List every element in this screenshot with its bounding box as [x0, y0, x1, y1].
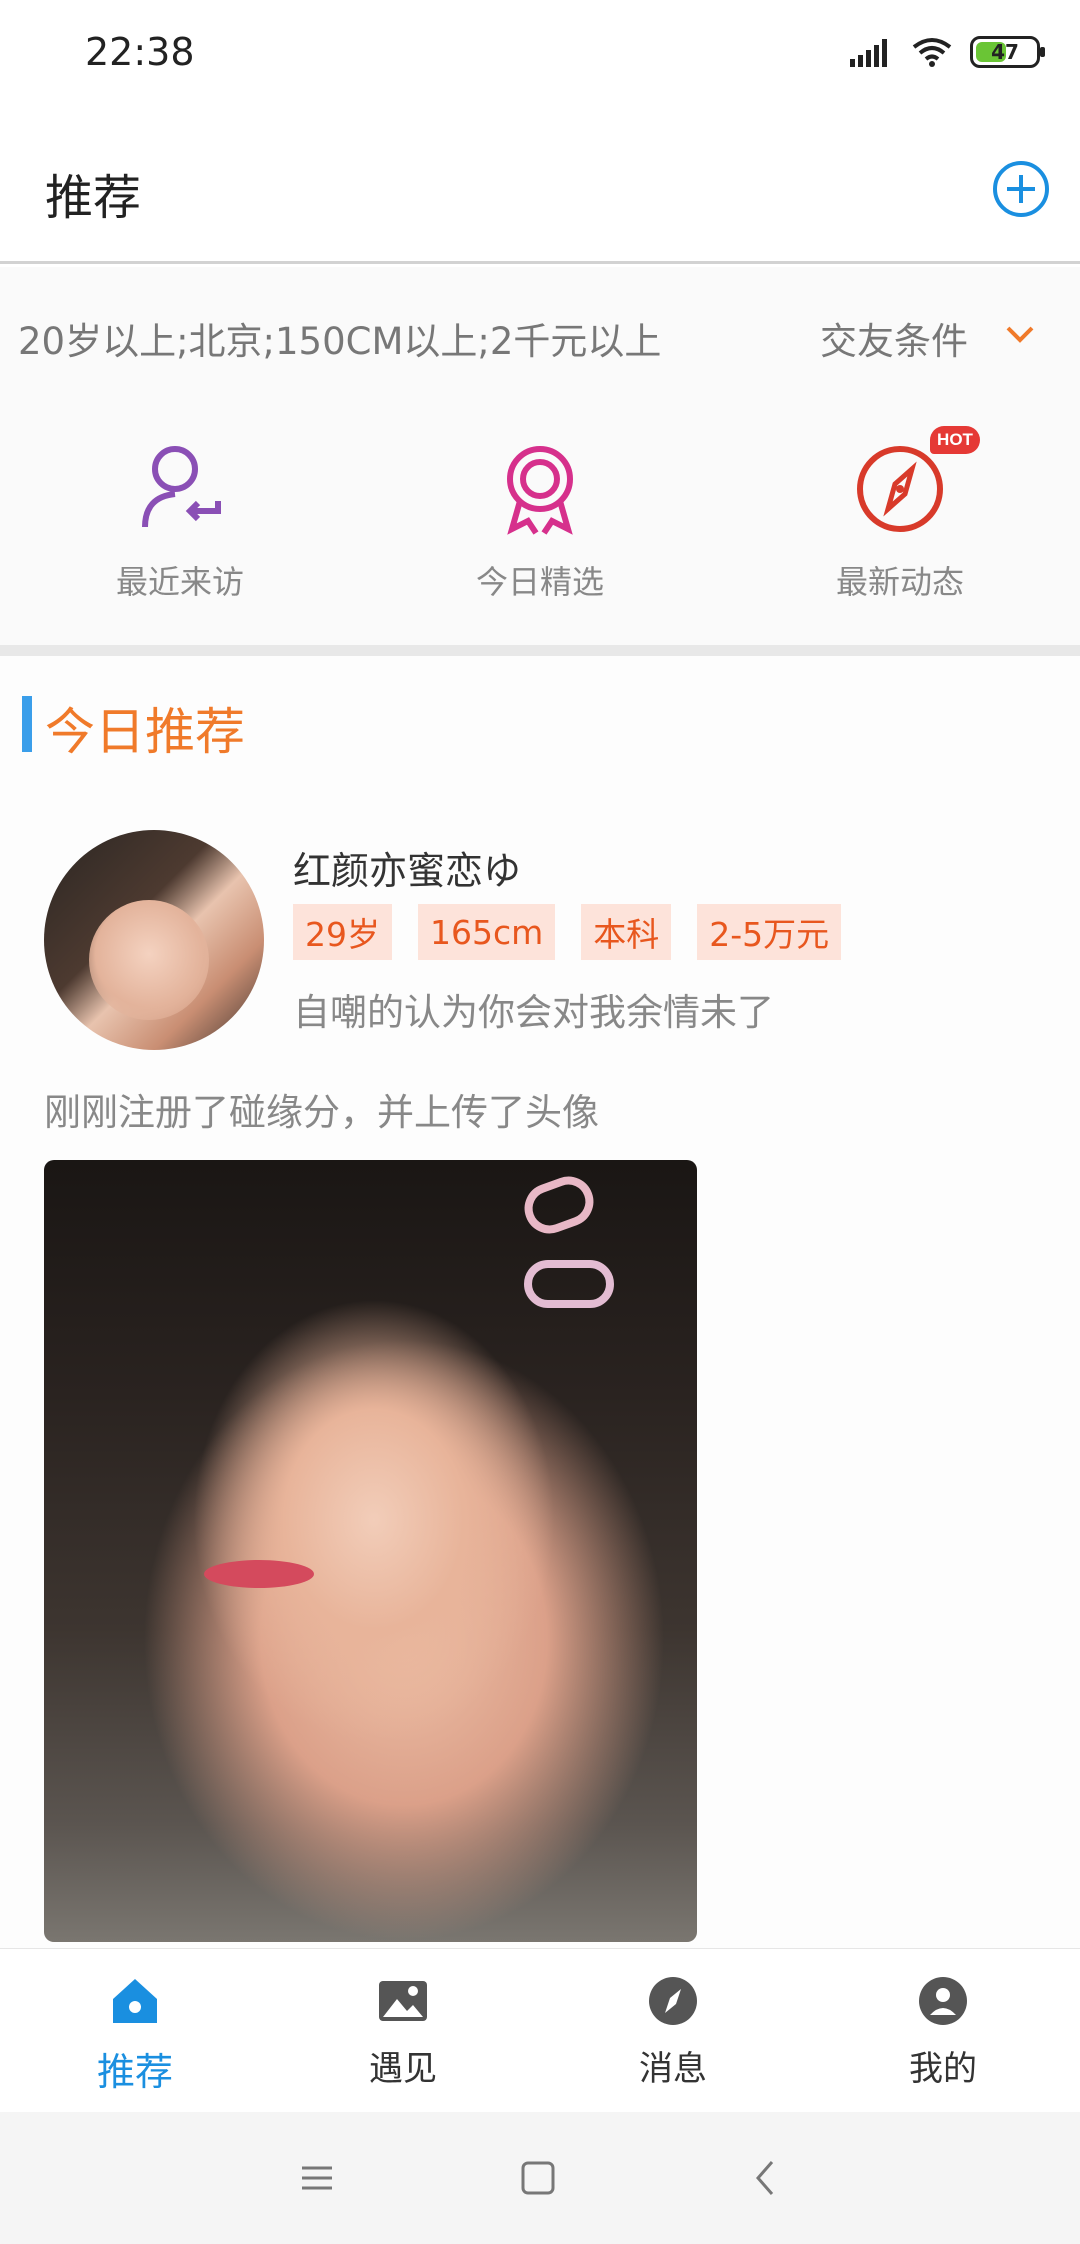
tab-mine[interactable]: 我的	[843, 1973, 1043, 2090]
profile-name: 红颜亦蜜恋ゆ	[293, 849, 522, 893]
tab-messages[interactable]: 消息	[573, 1973, 773, 2090]
avatar[interactable]	[44, 830, 264, 1050]
user-circle-icon	[919, 1977, 967, 2025]
status-bar: 22:38 47	[0, 0, 1080, 110]
profile-photo[interactable]	[44, 1160, 697, 1942]
divider	[0, 645, 1080, 656]
quick-item-todays-picks[interactable]: 今日精选	[430, 439, 650, 603]
bottom-tab-bar: 推荐 遇见 消息 我的	[0, 1948, 1080, 2112]
chevron-down-icon[interactable]	[1003, 318, 1037, 352]
quick-label: 最新动态	[835, 563, 964, 601]
tab-label: 我的	[909, 2049, 977, 2089]
add-icon[interactable]	[992, 160, 1050, 218]
filter-bar[interactable]: 20岁以上;北京;150CM以上;2千元以上 交友条件	[0, 267, 1080, 399]
award-ribbon-icon	[507, 446, 573, 535]
back-icon[interactable]	[736, 2148, 796, 2208]
compass-icon	[857, 446, 943, 532]
profile-tags: 29岁 165cm 本科 2-5万元	[293, 904, 842, 960]
hot-badge: HOT	[930, 426, 980, 454]
image-icon	[379, 1981, 427, 2021]
app-header: 推荐	[0, 110, 1080, 264]
quick-label: 最近来访	[115, 563, 244, 601]
wifi-icon	[912, 38, 952, 67]
filter-label[interactable]: 交友条件	[820, 311, 968, 365]
section-title: 今日推荐	[45, 703, 245, 761]
battery-level: 47	[991, 40, 1019, 64]
tab-recommend[interactable]: 推荐	[35, 1973, 235, 2096]
profile-card[interactable]: 红颜亦蜜恋ゆ 29岁 165cm 本科 2-5万元 自嘲的认为你会对我余情未了 …	[0, 776, 1080, 1952]
home-square-icon[interactable]	[508, 2148, 568, 2208]
status-icons: 47	[850, 36, 1045, 68]
quick-item-recent-visitors[interactable]: 最近来访	[70, 439, 290, 603]
recent-visitor-icon	[142, 446, 221, 528]
battery-indicator: 47	[970, 36, 1045, 68]
tab-meet[interactable]: 遇见	[303, 1973, 503, 2090]
tag-age: 29岁	[293, 904, 392, 960]
page-title: 推荐	[45, 170, 142, 226]
system-nav-bar	[0, 2112, 1080, 2244]
section-header: 今日推荐	[0, 656, 1080, 776]
tag-height: 165cm	[418, 904, 556, 960]
profile-bio: 自嘲的认为你会对我余情未了	[293, 991, 774, 1034]
tag-education: 本科	[581, 904, 672, 960]
tab-label: 推荐	[96, 2050, 173, 2094]
filter-summary: 20岁以上;北京;150CM以上;2千元以上	[18, 320, 662, 363]
signal-icon	[850, 39, 887, 67]
quick-item-latest-updates[interactable]: 最新动态	[790, 439, 1010, 603]
tab-label: 遇见	[369, 2049, 437, 2089]
home-icon	[113, 1979, 157, 2023]
activity-text: 刚刚注册了碰缘分，并上传了头像	[44, 1091, 599, 1134]
quick-label: 今日精选	[475, 563, 604, 601]
tag-income: 2-5万元	[697, 904, 842, 960]
section-accent-bar	[22, 696, 32, 752]
status-time: 22:38	[85, 30, 195, 74]
tab-label: 消息	[639, 2049, 707, 2089]
menu-icon[interactable]	[287, 2148, 347, 2208]
compass-circle-icon	[649, 1977, 697, 2025]
quick-actions: 最近来访 今日精选 最新动态	[0, 399, 1080, 645]
